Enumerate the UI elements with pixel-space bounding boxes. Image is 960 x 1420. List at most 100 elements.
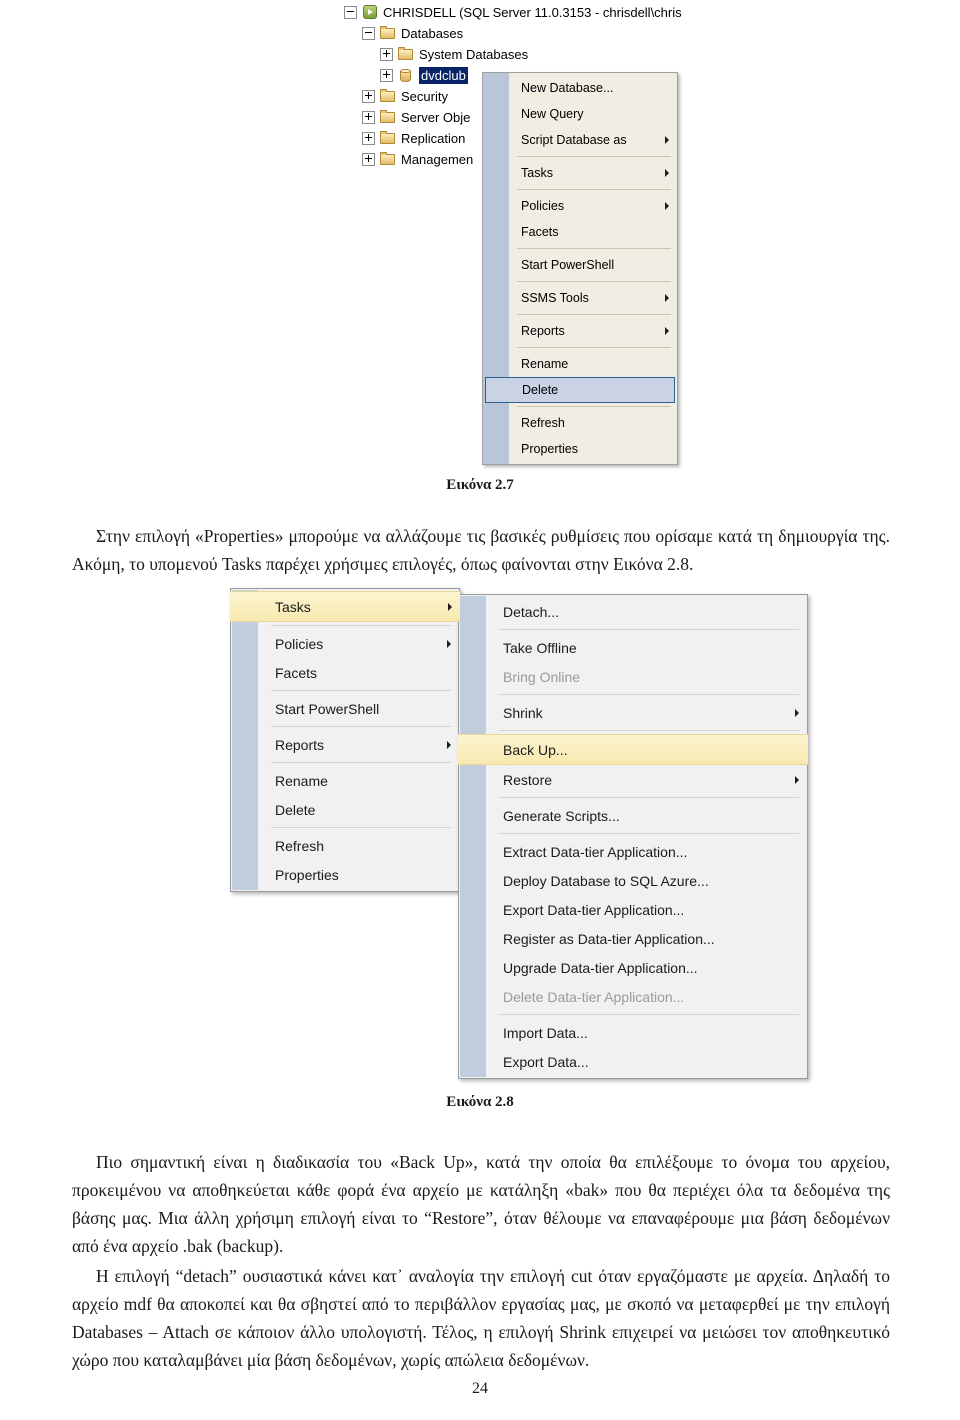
menu-item-label: Rename bbox=[275, 772, 328, 789]
menu-item-label: Import Data... bbox=[503, 1024, 588, 1041]
collapse-minus-icon[interactable] bbox=[344, 6, 357, 19]
figure-caption-2-7: Εικόνα 2.7 bbox=[446, 477, 514, 493]
menu-item-new-database[interactable]: New Database... bbox=[483, 75, 677, 101]
menu-item-rename[interactable]: Rename bbox=[483, 351, 677, 377]
menu-item-label: Detach... bbox=[503, 603, 560, 620]
menu-item-label: Register as Data-tier Application... bbox=[503, 930, 715, 947]
menu-item-restore[interactable]: Restore bbox=[459, 765, 807, 794]
menu-item-policies[interactable]: Policies bbox=[231, 629, 459, 658]
page-number: 24 bbox=[472, 1380, 488, 1397]
menu-item-label: Shrink bbox=[503, 704, 543, 721]
paragraph-3: Η επιλογή “detach” ουσιαστικά κάνει κατ᾽… bbox=[72, 1262, 890, 1374]
menu-item-label: Extract Data-tier Application... bbox=[503, 843, 688, 860]
paragraph-1: Στην επιλογή «Properties» μπορούμε να αλ… bbox=[72, 522, 890, 578]
menu-item-reports[interactable]: Reports bbox=[231, 730, 459, 759]
expand-plus-icon[interactable] bbox=[362, 153, 375, 166]
menu-item-label: Rename bbox=[521, 357, 569, 371]
menu-separator bbox=[499, 797, 799, 798]
submenu-arrow-icon bbox=[665, 169, 669, 177]
folder-icon bbox=[380, 152, 396, 167]
menu-item-label: Restore bbox=[503, 771, 553, 788]
menu-item-export-data[interactable]: Export Data... bbox=[459, 1047, 807, 1076]
menu-item-delete[interactable]: Delete bbox=[485, 377, 675, 403]
menu-item-deploy-database-to-sql-azure[interactable]: Deploy Database to SQL Azure... bbox=[459, 866, 807, 895]
submenu-arrow-icon bbox=[665, 294, 669, 302]
menu-item-facets[interactable]: Facets bbox=[231, 658, 459, 687]
menu-item-properties[interactable]: Properties bbox=[483, 436, 677, 462]
menu-item-label: Tasks bbox=[275, 598, 311, 615]
menu-separator bbox=[499, 629, 799, 630]
paragraph-2: Πιο σημαντική είναι η διαδικασία του «Ba… bbox=[72, 1148, 890, 1260]
menu-item-refresh[interactable]: Refresh bbox=[483, 410, 677, 436]
submenu-arrow-icon bbox=[795, 775, 799, 784]
menu-item-label: Delete bbox=[522, 383, 559, 397]
menu-item-label: Delete bbox=[275, 801, 316, 818]
menu-item-delete-data-tier-application: Delete Data-tier Application... bbox=[459, 982, 807, 1011]
menu-item-import-data[interactable]: Import Data... bbox=[459, 1018, 807, 1047]
menu-item-detach[interactable]: Detach... bbox=[459, 597, 807, 626]
menu-item-tasks[interactable]: Tasks bbox=[483, 160, 677, 186]
expand-plus-icon[interactable] bbox=[362, 132, 375, 145]
folder-icon bbox=[380, 110, 396, 125]
menu-item-label: Export Data-tier Application... bbox=[503, 901, 685, 918]
collapse-minus-icon[interactable] bbox=[362, 27, 375, 40]
tree-node-server[interactable]: CHRISDELL (SQL Server 11.0.3153 - chrisd… bbox=[340, 2, 690, 23]
menu-item-label: Upgrade Data-tier Application... bbox=[503, 959, 698, 976]
menu-separator bbox=[271, 726, 451, 727]
menu-item-register-as-data-tier-application[interactable]: Register as Data-tier Application... bbox=[459, 924, 807, 953]
menu-item-export-data-tier-application[interactable]: Export Data-tier Application... bbox=[459, 895, 807, 924]
menu-item-label: Reports bbox=[521, 324, 565, 338]
tree-node-label: Server Obje bbox=[401, 110, 471, 125]
paragraph-3-text: Η επιλογή “detach” ουσιαστικά κάνει κατ᾽… bbox=[72, 1266, 890, 1370]
menu-separator bbox=[499, 730, 799, 731]
submenu-arrow-icon bbox=[795, 708, 799, 717]
menu-item-extract-data-tier-application[interactable]: Extract Data-tier Application... bbox=[459, 837, 807, 866]
tasks-submenu: Detach... Take Offline Bring Online Shri… bbox=[458, 594, 808, 1079]
menu-separator bbox=[517, 314, 671, 315]
tree-node-label: Databases bbox=[401, 26, 464, 41]
database-context-menu-collapsed: Tasks Policies Facets Start PowerShell R… bbox=[230, 588, 460, 892]
menu-separator bbox=[271, 827, 451, 828]
expand-plus-icon[interactable] bbox=[362, 111, 375, 124]
submenu-arrow-icon bbox=[665, 327, 669, 335]
tree-node-label: Managemen bbox=[401, 152, 474, 167]
tree-node-label-selected: dvdclub bbox=[419, 67, 468, 84]
submenu-arrow-icon bbox=[447, 740, 451, 749]
menu-item-delete[interactable]: Delete bbox=[231, 795, 459, 824]
submenu-arrow-icon bbox=[665, 136, 669, 144]
menu-separator bbox=[499, 1014, 799, 1015]
menu-item-new-query[interactable]: New Query bbox=[483, 101, 677, 127]
menu-item-tasks[interactable]: Tasks bbox=[230, 591, 460, 622]
menu-item-label: Facets bbox=[275, 664, 318, 681]
menu-item-upgrade-data-tier-application[interactable]: Upgrade Data-tier Application... bbox=[459, 953, 807, 982]
tree-node-label: CHRISDELL (SQL Server 11.0.3153 - chrisd… bbox=[383, 5, 682, 20]
tree-node-system-databases[interactable]: System Databases bbox=[340, 44, 690, 65]
menu-item-facets[interactable]: Facets bbox=[483, 219, 677, 245]
menu-item-label: Script Database as bbox=[521, 133, 627, 147]
folder-icon bbox=[380, 89, 396, 104]
menu-item-take-offline[interactable]: Take Offline bbox=[459, 633, 807, 662]
menu-item-policies[interactable]: Policies bbox=[483, 193, 677, 219]
expand-plus-icon[interactable] bbox=[362, 90, 375, 103]
menu-item-label: Generate Scripts... bbox=[503, 807, 620, 824]
expand-plus-icon[interactable] bbox=[380, 48, 393, 61]
menu-item-shrink[interactable]: Shrink bbox=[459, 698, 807, 727]
menu-item-properties[interactable]: Properties bbox=[231, 860, 459, 889]
menu-item-back-up[interactable]: Back Up... bbox=[458, 734, 808, 765]
menu-item-refresh[interactable]: Refresh bbox=[231, 831, 459, 860]
menu-separator bbox=[517, 281, 671, 282]
expand-plus-icon[interactable] bbox=[380, 69, 393, 82]
figure-caption-2-8: Εικόνα 2.8 bbox=[446, 1094, 514, 1110]
menu-item-script-database-as[interactable]: Script Database as bbox=[483, 127, 677, 153]
menu-item-start-powershell[interactable]: Start PowerShell bbox=[483, 252, 677, 278]
menu-separator bbox=[499, 694, 799, 695]
submenu-arrow-icon bbox=[665, 202, 669, 210]
menu-item-rename[interactable]: Rename bbox=[231, 766, 459, 795]
menu-item-generate-scripts[interactable]: Generate Scripts... bbox=[459, 801, 807, 830]
menu-item-start-powershell[interactable]: Start PowerShell bbox=[231, 694, 459, 723]
menu-item-ssms-tools[interactable]: SSMS Tools bbox=[483, 285, 677, 311]
menu-item-reports[interactable]: Reports bbox=[483, 318, 677, 344]
menu-item-label: Delete Data-tier Application... bbox=[503, 988, 685, 1005]
folder-icon bbox=[398, 47, 414, 62]
tree-node-databases[interactable]: Databases bbox=[340, 23, 690, 44]
